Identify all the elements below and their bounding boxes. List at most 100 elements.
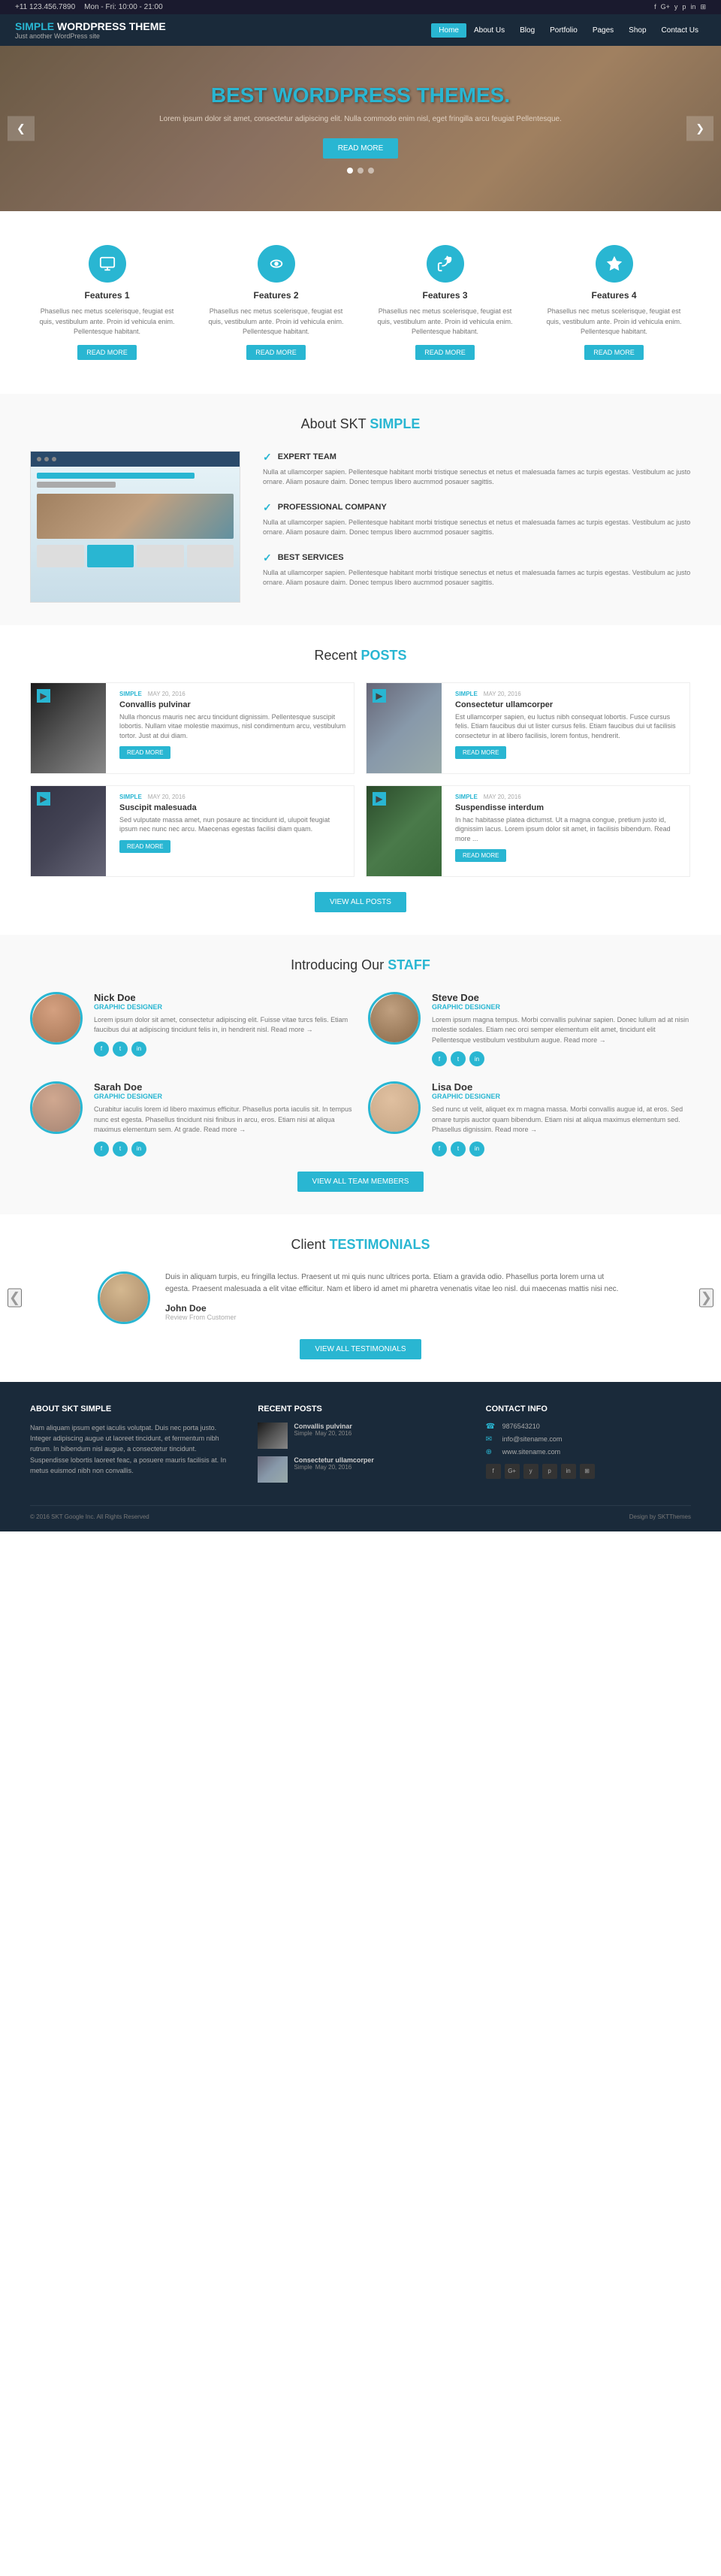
staff-role-2: GRAPHIC DESIGNER bbox=[432, 1003, 691, 1011]
feature-text-4: Phasellus nec metus scelerisque, feugiat… bbox=[545, 307, 683, 337]
feature-btn-2[interactable]: READ MORE bbox=[246, 345, 306, 360]
hero-title: BEST WORDPRESS THEMES. bbox=[159, 83, 562, 107]
post-category-4: SIMPLE bbox=[455, 794, 478, 800]
feature-title-2: Features 2 bbox=[207, 290, 345, 301]
nav-blog[interactable]: Blog bbox=[512, 23, 542, 38]
staff-facebook-icon-2[interactable]: f bbox=[432, 1051, 447, 1066]
post-read-btn-4[interactable]: READ MORE bbox=[455, 849, 506, 862]
footer-email-text: info@sitename.com bbox=[502, 1435, 563, 1443]
post-read-btn-2[interactable]: READ MORE bbox=[455, 746, 506, 759]
nav-home[interactable]: Home bbox=[431, 23, 466, 38]
header: SIMPLE WORDPRESS THEME Just another Word… bbox=[0, 14, 721, 46]
pinterest-icon-top[interactable]: p bbox=[682, 3, 686, 11]
feature-btn-4[interactable]: READ MORE bbox=[584, 345, 644, 360]
staff-item-3: Sarah Doe GRAPHIC DESIGNER Curabitur iac… bbox=[30, 1081, 353, 1156]
footer-rss-icon[interactable]: ⊞ bbox=[580, 1464, 595, 1479]
rss-icon-top[interactable]: ⊞ bbox=[700, 3, 706, 11]
hero-next-button[interactable]: ❯ bbox=[686, 116, 713, 141]
about-grid: ✓ EXPERT TEAM Nulla at ullamcorper sapie… bbox=[30, 451, 691, 603]
nav-pages[interactable]: Pages bbox=[585, 23, 621, 38]
hero-dot-1[interactable] bbox=[347, 168, 353, 174]
footer-post-date-1: May 20, 2016 bbox=[315, 1430, 351, 1437]
linkedin-icon-top[interactable]: in bbox=[690, 3, 695, 11]
post-image-4: ▶ bbox=[367, 786, 442, 876]
feature-btn-1[interactable]: READ MORE bbox=[77, 345, 137, 360]
nav-portfolio[interactable]: Portfolio bbox=[542, 23, 585, 38]
staff-facebook-icon-3[interactable]: f bbox=[94, 1141, 109, 1156]
footer-post-category-2: Simple bbox=[294, 1464, 312, 1471]
feature-item-3: Features 3 Phasellus nec metus scelerisq… bbox=[368, 234, 522, 371]
staff-text-2: Lorem ipsum magna tempus. Morbi convalli… bbox=[432, 1015, 691, 1046]
footer-google-icon[interactable]: G+ bbox=[505, 1464, 520, 1479]
hero-content: BEST WORDPRESS THEMES. Lorem ipsum dolor… bbox=[159, 83, 562, 174]
post-meta-2: SIMPLE MAY 20, 2016 bbox=[455, 691, 683, 697]
post-content-1: SIMPLE MAY 20, 2016 Convallis pulvinar N… bbox=[113, 683, 354, 773]
post-read-btn-1[interactable]: READ MORE bbox=[119, 746, 170, 759]
staff-linkedin-icon-1[interactable]: in bbox=[131, 1042, 146, 1057]
footer-linkedin-icon[interactable]: in bbox=[561, 1464, 576, 1479]
testimonial-prev-button[interactable]: ❮ bbox=[8, 1289, 22, 1308]
post-meta-1: SIMPLE MAY 20, 2016 bbox=[119, 691, 348, 697]
post-play-1: ▶ bbox=[37, 689, 50, 703]
feature-btn-3[interactable]: READ MORE bbox=[415, 345, 475, 360]
testimonial-next-button[interactable]: ❯ bbox=[699, 1289, 713, 1308]
nav-about[interactable]: About Us bbox=[466, 23, 512, 38]
feature-title-1: Features 1 bbox=[38, 290, 176, 301]
post-item-2: ▶ SIMPLE MAY 20, 2016 Consectetur ullamc… bbox=[366, 682, 690, 774]
footer-contact-title: CONTACT INFO bbox=[486, 1404, 691, 1413]
google-plus-icon-top[interactable]: G+ bbox=[661, 3, 670, 11]
staff-content-3: Sarah Doe GRAPHIC DESIGNER Curabitur iac… bbox=[94, 1081, 353, 1156]
footer-pinterest-icon[interactable]: p bbox=[542, 1464, 557, 1479]
footer-post-meta-1: Simple May 20, 2016 bbox=[294, 1430, 463, 1437]
staff-linkedin-icon-2[interactable]: in bbox=[469, 1051, 484, 1066]
star-icon bbox=[606, 255, 623, 272]
view-all-testimonials-button[interactable]: VIEW ALL TESTIMONIALS bbox=[300, 1339, 421, 1359]
footer-post-2: Consectetur ullamcorper Simple May 20, 2… bbox=[258, 1456, 463, 1483]
staff-social-2: f t in bbox=[432, 1051, 691, 1066]
footer-phone-text: 9876543210 bbox=[502, 1423, 540, 1430]
logo-subtitle: Just another WordPress site bbox=[15, 32, 166, 40]
about-image bbox=[30, 451, 240, 603]
staff-twitter-icon-1[interactable]: t bbox=[113, 1042, 128, 1057]
staff-item-2: Steve Doe GRAPHIC DESIGNER Lorem ipsum m… bbox=[368, 992, 691, 1067]
hero-cta-button[interactable]: READ MORE bbox=[323, 138, 399, 159]
eye-icon bbox=[268, 255, 285, 272]
about-title-highlight: SIMPLE bbox=[370, 416, 420, 431]
staff-avatar-2 bbox=[368, 992, 421, 1045]
footer-twitter-icon[interactable]: y bbox=[523, 1464, 538, 1479]
staff-facebook-icon-4[interactable]: f bbox=[432, 1141, 447, 1156]
hero-prev-button[interactable]: ❮ bbox=[8, 116, 35, 141]
staff-linkedin-icon-3[interactable]: in bbox=[131, 1141, 146, 1156]
view-all-posts-button[interactable]: VIEW ALL POSTS bbox=[315, 892, 406, 912]
nav-contact[interactable]: Contact Us bbox=[654, 23, 706, 38]
hero-description: Lorem ipsum dolor sit amet, consectetur … bbox=[159, 113, 562, 125]
facebook-icon-top[interactable]: f bbox=[654, 3, 656, 11]
feature-text-3: Phasellus nec metus scelerisque, feugiat… bbox=[376, 307, 514, 337]
footer-post-category-1: Simple bbox=[294, 1430, 312, 1437]
hero-dot-3[interactable] bbox=[368, 168, 374, 174]
staff-linkedin-icon-4[interactable]: in bbox=[469, 1141, 484, 1156]
post-text-4: In hac habitasse platea dictumst. Ut a m… bbox=[455, 815, 683, 844]
post-read-btn-3[interactable]: READ MORE bbox=[119, 840, 170, 853]
thumbsup-icon bbox=[437, 255, 454, 272]
about-item-text-2: Nulla at ullamcorper sapien. Pellentesqu… bbox=[263, 518, 691, 538]
top-bar-left: +11 123.456.7890 Mon - Fri: 10:00 - 21:0… bbox=[15, 3, 163, 11]
staff-twitter-icon-4[interactable]: t bbox=[451, 1141, 466, 1156]
feature-title-3: Features 3 bbox=[376, 290, 514, 301]
staff-facebook-icon-1[interactable]: f bbox=[94, 1042, 109, 1057]
footer-post-date-2: May 20, 2016 bbox=[315, 1464, 351, 1471]
staff-role-1: GRAPHIC DESIGNER bbox=[94, 1003, 353, 1011]
about-item-text-3: Nulla at ullamcorper sapien. Pellentesqu… bbox=[263, 568, 691, 588]
staff-twitter-icon-3[interactable]: t bbox=[113, 1141, 128, 1156]
feature-item-4: Features 4 Phasellus nec metus scelerisq… bbox=[537, 234, 691, 371]
top-bar: +11 123.456.7890 Mon - Fri: 10:00 - 21:0… bbox=[0, 0, 721, 14]
hero-dot-2[interactable] bbox=[357, 168, 364, 174]
view-all-team-button[interactable]: VIEW ALL TEAM MEMBERS bbox=[297, 1172, 424, 1192]
staff-content-1: Nick Doe GRAPHIC DESIGNER Lorem ipsum do… bbox=[94, 992, 353, 1057]
nav-shop[interactable]: Shop bbox=[621, 23, 653, 38]
staff-name-3: Sarah Doe bbox=[94, 1081, 353, 1093]
staff-twitter-icon-2[interactable]: t bbox=[451, 1051, 466, 1066]
footer-facebook-icon[interactable]: f bbox=[486, 1464, 501, 1479]
twitter-icon-top[interactable]: y bbox=[674, 3, 678, 11]
post-category-1: SIMPLE bbox=[119, 691, 142, 697]
